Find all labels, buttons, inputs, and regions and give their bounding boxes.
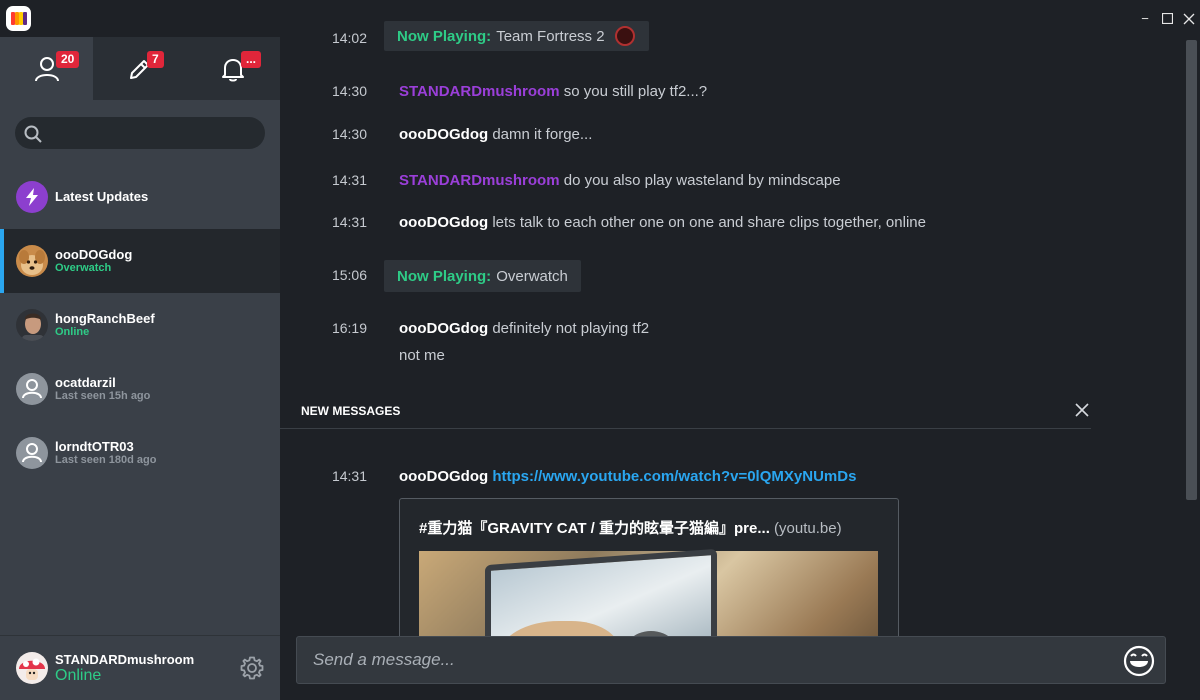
current-user: STANDARDmushroom Online (0, 635, 280, 700)
contact-status: Last seen 180d ago (55, 454, 157, 466)
new-messages-label: NEW MESSAGES (301, 404, 401, 418)
message-text: definitely not playing tf2 (492, 320, 650, 337)
message-time: 14:30 (331, 83, 367, 99)
close-icon (1183, 13, 1195, 24)
maximize-button[interactable] (1156, 0, 1178, 37)
app-window: − 20 7 ... Latest Updates oooDOGdog Over… (0, 0, 1200, 700)
message-time: 14:02 (331, 30, 367, 46)
dog-avatar (16, 245, 48, 277)
maximize-icon (1161, 13, 1173, 24)
contact-list: oooDOGdog Overwatch hongRanchBeef Online (0, 229, 280, 485)
message-text: do you also play wasteland by mindscape (563, 172, 841, 189)
message-time: 15:06 (331, 267, 367, 283)
message-input[interactable] (297, 637, 1107, 683)
chat-scrollbar[interactable] (1183, 37, 1200, 700)
app-logo (6, 6, 31, 31)
contact-item[interactable]: ocatdarzil Last seen 15h ago (0, 357, 280, 421)
message-sender[interactable]: STANDARDmushroom (399, 172, 560, 189)
current-user-name: STANDARDmushroom (55, 651, 195, 667)
message-composer (296, 636, 1166, 684)
settings-button[interactable] (240, 656, 264, 685)
message-sender[interactable]: oooDOGdog (399, 126, 488, 143)
contact-name: ocatdarzil (55, 375, 116, 390)
message-text: so you still play tf2...? (563, 83, 708, 100)
emoji-button[interactable] (1123, 645, 1155, 682)
message-time: 16:19 (331, 320, 367, 336)
contact-name: oooDOGdog (55, 247, 133, 262)
friends-badge: 20 (56, 51, 80, 68)
contact-status: Last seen 15h ago (55, 390, 151, 402)
link-preview-domain: (youtu.be) (774, 520, 842, 537)
latest-updates-item[interactable]: Latest Updates (0, 168, 280, 225)
contact-status: Overwatch (55, 262, 112, 274)
now-playing-game: Team Fortress 2 (496, 27, 605, 45)
message-sender[interactable]: STANDARDmushroom (399, 83, 560, 100)
contact-item[interactable]: oooDOGdog Overwatch (0, 229, 280, 293)
now-playing-label: Now Playing: (397, 27, 492, 45)
sidebar-tabs: 20 7 ... (0, 37, 280, 100)
now-playing-game: Overwatch (496, 267, 568, 285)
contact-item[interactable]: hongRanchBeef Online (0, 293, 280, 357)
sidebar: 20 7 ... Latest Updates oooDOGdog Overwa… (0, 37, 280, 700)
new-messages-divider: NEW MESSAGES (280, 393, 1091, 429)
message-time: 14:30 (331, 126, 367, 142)
now-playing-pill: Now Playing: Team Fortress 2 (384, 21, 649, 51)
tab-friends[interactable]: 20 (0, 37, 93, 100)
message-time: 14:31 (331, 468, 367, 484)
message-sender[interactable]: oooDOGdog (399, 320, 488, 337)
message-time: 14:31 (331, 214, 367, 230)
close-window-button[interactable] (1178, 0, 1200, 37)
contact-name: lorndtOTR03 (55, 439, 134, 454)
message-text: damn it forge... (492, 126, 593, 143)
contact-name: hongRanchBeef (55, 311, 155, 326)
chat-panel: 14:02 Now Playing: Team Fortress 2 14:30… (280, 21, 1200, 700)
tab-notifications[interactable]: ... (186, 37, 280, 100)
mushroom-avatar[interactable] (16, 652, 48, 684)
tab-activity[interactable]: 7 (93, 37, 186, 100)
lightning-icon (16, 180, 48, 213)
latest-updates-label: Latest Updates (55, 189, 149, 204)
message-text: lets talk to each other one on one and s… (492, 214, 926, 231)
contact-item[interactable]: lorndtOTR03 Last seen 180d ago (0, 421, 280, 485)
current-user-status: Online (55, 666, 102, 684)
search-input[interactable] (49, 117, 255, 149)
contact-status: Online (55, 326, 90, 338)
person-avatar (16, 309, 48, 341)
now-playing-pill: Now Playing: Overwatch (384, 260, 581, 292)
message-time: 14:31 (331, 172, 367, 188)
default-avatar (16, 437, 48, 469)
minimize-button[interactable]: − (1134, 0, 1156, 37)
message-continuation: not me (399, 347, 445, 364)
message-sender[interactable]: oooDOGdog (399, 214, 488, 231)
close-icon (1075, 403, 1089, 417)
link-preview-title: #重力猫『GRAVITY CAT / 重力的眩暈子猫編』pre... (419, 520, 770, 537)
notifications-badge: ... (241, 51, 262, 68)
dismiss-new-messages-button[interactable] (1075, 403, 1091, 419)
search-bar (15, 117, 265, 149)
gear-icon (240, 656, 264, 680)
smiley-icon (1123, 645, 1155, 677)
now-playing-label: Now Playing: (397, 267, 492, 285)
scrollbar-thumb[interactable] (1186, 40, 1197, 500)
default-avatar (16, 373, 48, 405)
activity-badge: 7 (147, 51, 164, 68)
window-controls: − (1134, 0, 1200, 37)
message-link[interactable]: https://www.youtube.com/watch?v=0lQMXyNU… (492, 468, 856, 485)
message-sender[interactable]: oooDOGdog (399, 468, 488, 485)
search-icon (24, 125, 42, 143)
game-icon (614, 26, 635, 46)
